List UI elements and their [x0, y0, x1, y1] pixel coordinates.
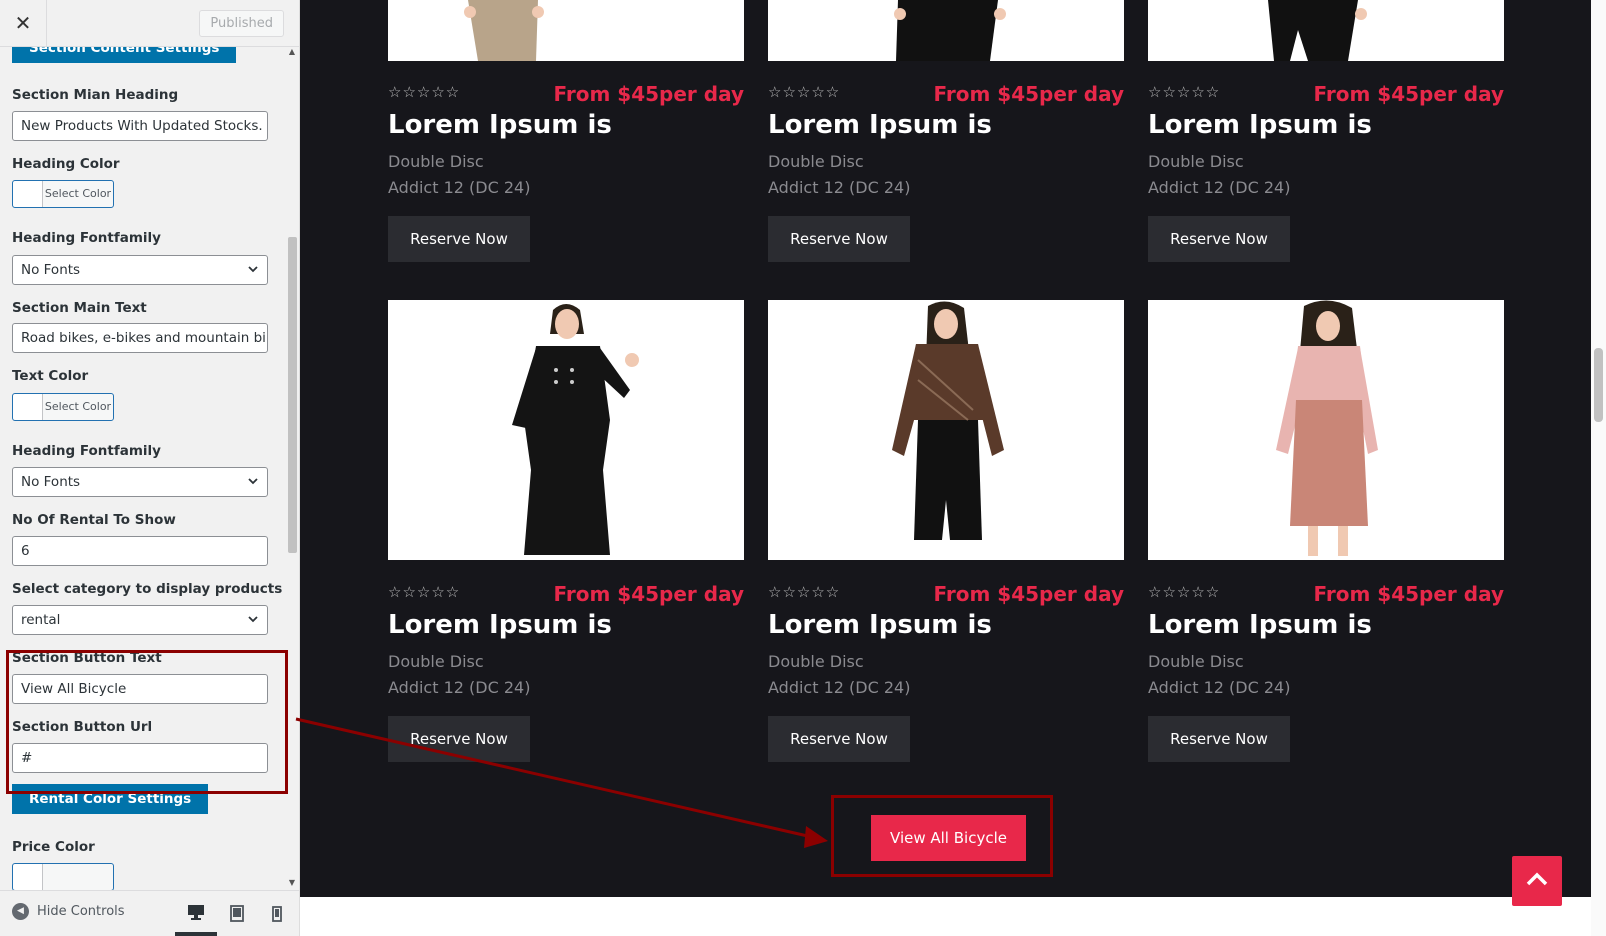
product-image[interactable] — [768, 0, 1124, 61]
select-value: No Fonts — [21, 474, 81, 490]
preview-scrollbar[interactable] — [1591, 0, 1606, 936]
product-desc-line2: Addict 12 (DC 24) — [1148, 678, 1291, 697]
customizer-header: ✕ Published — [0, 0, 299, 47]
color-swatch — [13, 864, 43, 890]
reserve-now-button[interactable]: Reserve Now — [768, 716, 910, 762]
product-title[interactable]: Lorem Ipsum is — [388, 110, 612, 140]
product-title[interactable]: Lorem Ipsum is — [1148, 110, 1372, 140]
hide-controls-icon: ◀ — [12, 903, 29, 920]
product-title[interactable]: Lorem Ipsum is — [768, 110, 992, 140]
reserve-now-button[interactable]: Reserve Now — [1148, 716, 1290, 762]
scroll-up-arrow-icon[interactable]: ▲ — [287, 47, 297, 59]
rating-stars: ☆☆☆☆☆ — [768, 583, 841, 601]
product-desc-line1: Double Disc — [388, 652, 484, 671]
select-value: rental — [21, 612, 61, 628]
rating-stars: ☆☆☆☆☆ — [1148, 83, 1221, 101]
product-desc-line2: Addict 12 (DC 24) — [768, 678, 911, 697]
close-icon[interactable]: ✕ — [0, 0, 47, 46]
color-swatch — [13, 181, 43, 207]
product-desc-line2: Addict 12 (DC 24) — [388, 678, 531, 697]
field-label: Section Main Text — [12, 300, 147, 316]
field-label: Heading Color — [12, 156, 120, 172]
select-color-label — [43, 864, 113, 890]
scrollbar-thumb[interactable] — [1594, 348, 1603, 422]
customizer-footer: ◀ Hide Controls — [0, 890, 299, 936]
desktop-icon[interactable] — [175, 891, 217, 936]
product-image[interactable] — [1148, 300, 1504, 560]
color-swatch — [13, 394, 43, 420]
product-price: From $45per day — [933, 82, 1124, 106]
scroll-down-arrow-icon[interactable]: ▼ — [287, 878, 297, 890]
sidebar-scrollbar[interactable]: ▲ ▼ — [287, 47, 297, 890]
field-label: Section Mian Heading — [12, 87, 179, 103]
tablet-icon[interactable] — [216, 891, 258, 936]
heading-color-button[interactable]: Select Color — [12, 180, 114, 208]
scroll-to-top-button[interactable] — [1512, 856, 1562, 906]
hide-controls-button[interactable]: ◀ Hide Controls — [12, 903, 125, 920]
section-content-settings-button[interactable]: Section Content Settings — [12, 47, 237, 63]
product-image[interactable] — [388, 300, 744, 560]
section-main-text-input[interactable]: Road bikes, e-bikes and mountain bikes — [12, 323, 268, 353]
product-desc-line1: Double Disc — [388, 152, 484, 171]
chevron-down-icon — [247, 468, 259, 506]
annotation-highlight-box — [6, 650, 288, 794]
category-select[interactable]: rental — [12, 605, 268, 635]
price-color-button[interactable] — [12, 863, 114, 890]
view-all-button[interactable]: View All Bicycle — [871, 815, 1026, 861]
reserve-now-button[interactable]: Reserve Now — [388, 216, 530, 262]
field-label: Select category to display products — [12, 581, 283, 597]
select-color-label: Select Color — [44, 400, 112, 413]
section-heading-input[interactable]: New Products With Updated Stocks. — [12, 111, 268, 141]
chevron-down-icon — [247, 606, 259, 644]
rating-stars: ☆☆☆☆☆ — [388, 583, 461, 601]
text-fontfamily-select[interactable]: No Fonts — [12, 467, 268, 497]
arrow-up-icon — [1525, 871, 1549, 891]
reserve-now-button[interactable]: Reserve Now — [388, 716, 530, 762]
scrollbar-thumb[interactable] — [288, 237, 297, 553]
products-section: ☆☆☆☆☆ From $45per day Lorem Ipsum is Dou… — [300, 0, 1591, 906]
hide-controls-label: Hide Controls — [37, 904, 125, 919]
field-label: Heading Fontfamily — [12, 443, 161, 459]
product-desc-line2: Addict 12 (DC 24) — [1148, 178, 1291, 197]
text-color-button[interactable]: Select Color — [12, 393, 114, 421]
product-price: From $45per day — [933, 582, 1124, 606]
product-desc-line1: Double Disc — [1148, 652, 1244, 671]
product-desc-line1: Double Disc — [1148, 152, 1244, 171]
product-title[interactable]: Lorem Ipsum is — [1148, 610, 1372, 640]
rating-stars: ☆☆☆☆☆ — [768, 83, 841, 101]
product-desc-line2: Addict 12 (DC 24) — [388, 178, 531, 197]
select-color-label: Select Color — [44, 187, 112, 200]
product-price: From $45per day — [1313, 82, 1504, 106]
product-image[interactable] — [768, 300, 1124, 560]
product-image[interactable] — [388, 0, 744, 61]
rating-stars: ☆☆☆☆☆ — [388, 83, 461, 101]
product-title[interactable]: Lorem Ipsum is — [768, 610, 992, 640]
select-value: No Fonts — [21, 262, 81, 278]
product-desc-line1: Double Disc — [768, 152, 864, 171]
heading-fontfamily-select[interactable]: No Fonts — [12, 255, 268, 285]
product-image[interactable] — [1148, 0, 1504, 61]
reserve-now-button[interactable]: Reserve Now — [1148, 216, 1290, 262]
product-desc-line1: Double Disc — [768, 652, 864, 671]
product-price: From $45per day — [553, 582, 744, 606]
mobile-icon[interactable] — [256, 891, 298, 936]
published-button[interactable]: Published — [199, 10, 284, 37]
product-desc-line2: Addict 12 (DC 24) — [768, 178, 911, 197]
rental-count-input[interactable]: 6 — [12, 536, 268, 566]
customizer-sidebar: ✕ Published Section Content Settings Sec… — [0, 0, 300, 936]
field-label: Price Color — [12, 839, 95, 855]
annotation-highlight-box: View All Bicycle — [831, 795, 1053, 877]
product-price: From $45per day — [1313, 582, 1504, 606]
product-title[interactable]: Lorem Ipsum is — [388, 610, 612, 640]
reserve-now-button[interactable]: Reserve Now — [768, 216, 910, 262]
chevron-down-icon — [247, 256, 259, 294]
rating-stars: ☆☆☆☆☆ — [1148, 583, 1221, 601]
field-label: Heading Fontfamily — [12, 230, 161, 246]
product-price: From $45per day — [553, 82, 744, 106]
field-label: Text Color — [12, 368, 89, 384]
site-preview: ☆☆☆☆☆ From $45per day Lorem Ipsum is Dou… — [300, 0, 1606, 936]
field-label: No Of Rental To Show — [12, 512, 176, 528]
